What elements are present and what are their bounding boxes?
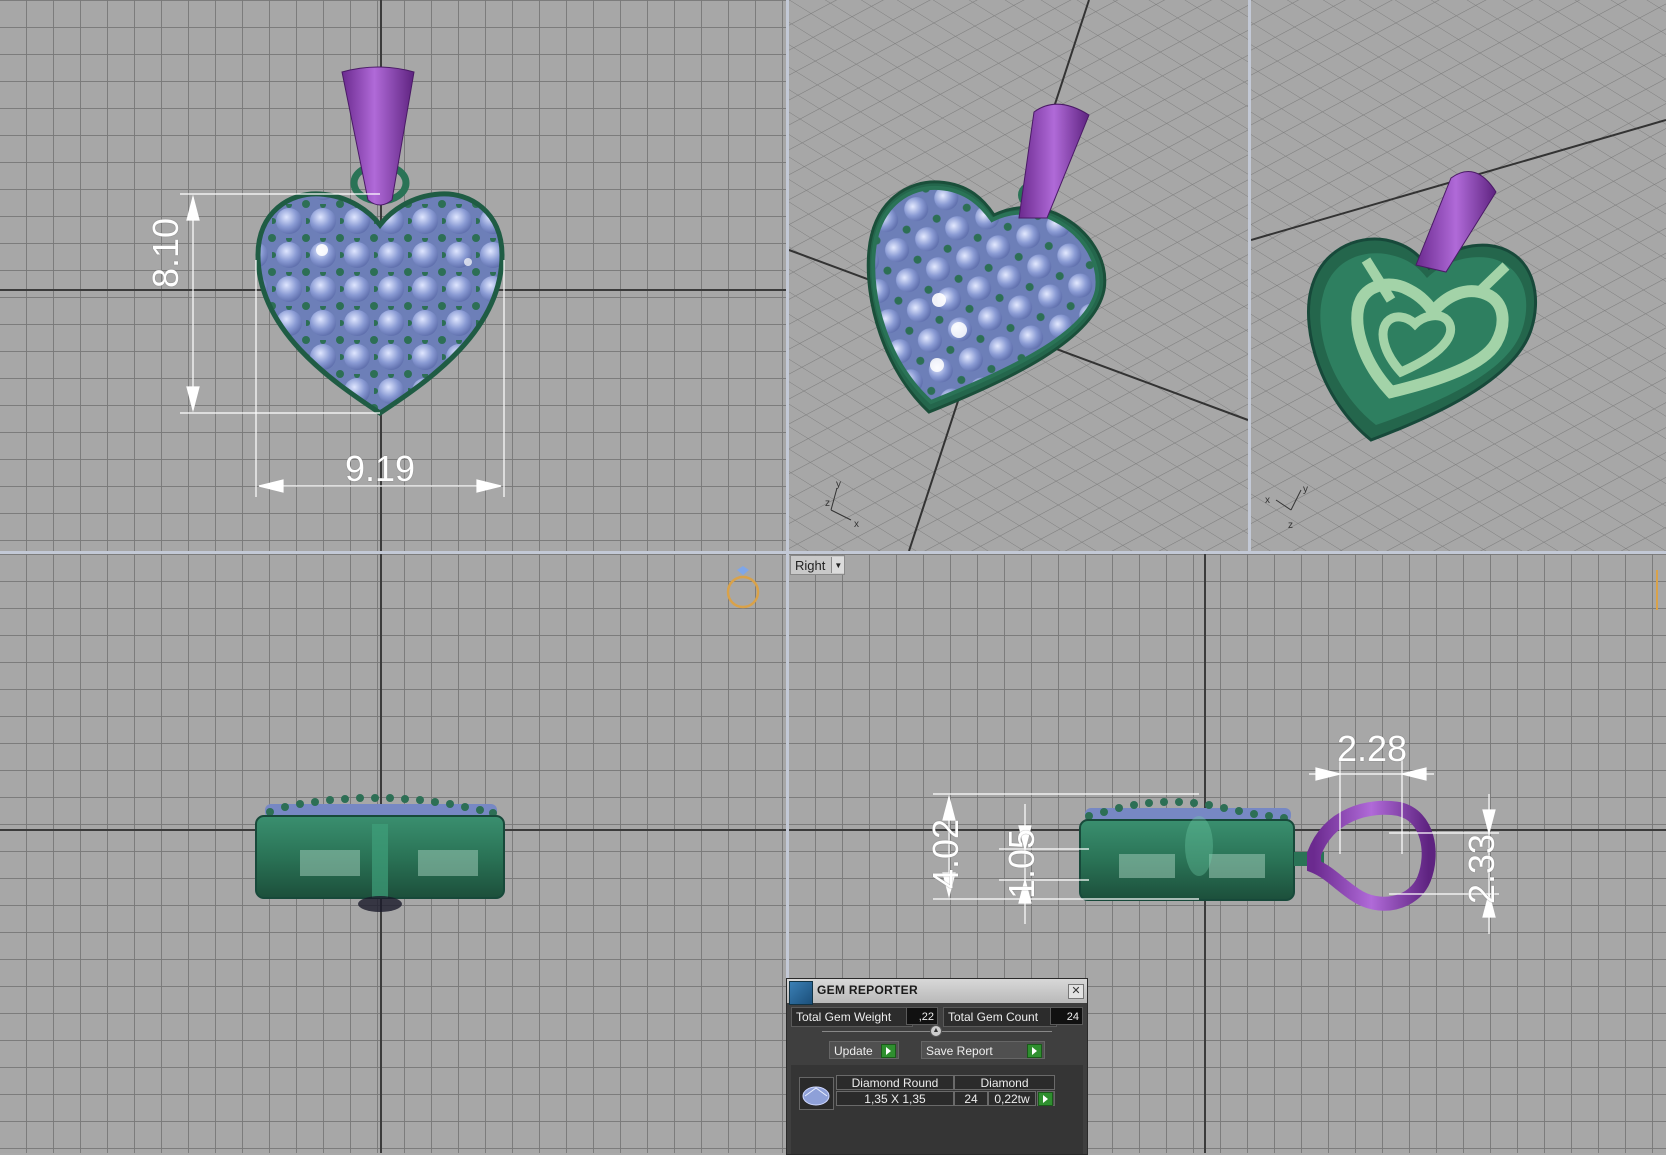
- close-icon[interactable]: ✕: [1068, 984, 1084, 999]
- heart-pendant-front: [255, 191, 505, 416]
- axis-x-label: x: [854, 519, 859, 530]
- save-report-label: Save Report: [926, 1044, 993, 1058]
- axis-y-label: y: [836, 479, 841, 490]
- dim-width-label: 9.19: [345, 448, 416, 489]
- gem-list: Diamond Round Diamond 1,35 X 1,35 24 0,2…: [791, 1065, 1083, 1154]
- viewport-side[interactable]: [0, 554, 786, 1153]
- total-gem-weight-label: Total Gem Weight: [791, 1007, 913, 1027]
- viewport-divider-horizontal[interactable]: [0, 551, 1666, 554]
- play-icon: [881, 1044, 896, 1058]
- gem-size-cell: 1,35 X 1,35: [836, 1091, 954, 1106]
- back-view-canvas: y x z: [1251, 0, 1666, 551]
- dim-402-label: 4.02: [925, 818, 966, 889]
- dim-105-label: 1.05: [1001, 828, 1042, 899]
- gem-count-cell: 24: [954, 1091, 988, 1106]
- axis-z-label-2: z: [1288, 520, 1293, 531]
- gem-material-cell: Diamond: [954, 1075, 1055, 1090]
- total-gem-count-label: Total Gem Count: [943, 1007, 1057, 1027]
- update-button[interactable]: Update: [829, 1041, 899, 1059]
- save-report-button[interactable]: Save Report: [921, 1041, 1045, 1059]
- dim-233-label: 2.33: [1461, 833, 1502, 904]
- gem-reporter-panel: GEM REPORTER ✕ Total Gem Weight ,22 Tota…: [786, 978, 1088, 1155]
- axis-y-label-2: y: [1303, 484, 1308, 495]
- dim-228-label: 2.28: [1337, 728, 1408, 769]
- gem-reporter-titlebar[interactable]: GEM REPORTER ✕: [787, 979, 1087, 1005]
- perspective-view-canvas: x y z: [789, 0, 1248, 551]
- viewport-divider-vertical-2[interactable]: [1248, 0, 1251, 551]
- gem-row-play-button[interactable]: [1037, 1091, 1055, 1106]
- axis-z-label: z: [825, 498, 830, 509]
- total-gem-count-value: 24: [1050, 1007, 1083, 1025]
- play-icon: [1027, 1044, 1042, 1058]
- ring-view-icon[interactable]: [726, 566, 760, 609]
- collapse-toggle-icon[interactable]: ▲: [930, 1025, 942, 1037]
- gem-reporter-title: GEM REPORTER: [817, 983, 918, 997]
- side-view-canvas: [255, 566, 760, 912]
- gem-reporter-app-icon: [789, 981, 813, 1005]
- total-gem-weight-value: ,22: [906, 1007, 938, 1025]
- gem-thumbnail[interactable]: [799, 1077, 834, 1110]
- view-icon-right-edge[interactable]: [1656, 570, 1666, 610]
- gem-weight-cell: 0,22tw: [988, 1091, 1036, 1106]
- viewport-perspective[interactable]: x y z: [789, 0, 1248, 551]
- gem-name-cell: Diamond Round: [836, 1075, 954, 1090]
- play-icon: [1038, 1092, 1053, 1106]
- axis-x-label-2: x: [1265, 495, 1270, 506]
- chevron-down-icon[interactable]: ▼: [831, 557, 845, 573]
- viewport-label-text: Right: [795, 557, 826, 573]
- viewport-label-right[interactable]: Right ▼: [790, 555, 846, 575]
- bail-loop-right: [1307, 800, 1436, 911]
- viewport-perspective-back[interactable]: y x z: [1251, 0, 1666, 551]
- update-button-label: Update: [834, 1044, 873, 1058]
- pave-edge: [265, 794, 497, 818]
- viewport-front[interactable]: 8.10 9.19: [0, 0, 786, 551]
- dim-height-label: 8.10: [145, 217, 186, 288]
